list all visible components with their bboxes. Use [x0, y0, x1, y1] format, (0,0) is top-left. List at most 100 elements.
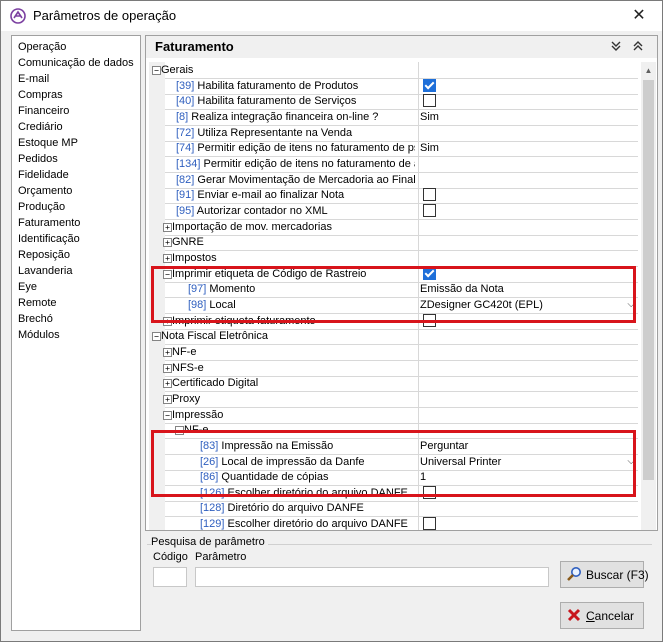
- grid-group-row[interactable]: + NF-e: [149, 343, 638, 361]
- grid-group-row[interactable]: − Impressão: [149, 406, 638, 424]
- expand-icon[interactable]: +: [163, 316, 172, 326]
- parameter-value[interactable]: 1: [418, 469, 638, 486]
- parameter-value[interactable]: [418, 265, 638, 282]
- sidebar-item[interactable]: Brechó: [18, 311, 53, 327]
- grid-group-row[interactable]: + Impostos: [149, 249, 638, 267]
- grid-group-row[interactable]: + NFS-e: [149, 359, 638, 377]
- grid-param-row[interactable]: [98] Local ZDesigner GC420t (EPL) ⌵: [149, 296, 638, 314]
- parameter-value[interactable]: [418, 343, 638, 360]
- grid-param-row[interactable]: [8] Realiza integração financeira on-lin…: [149, 108, 638, 126]
- grid-param-row[interactable]: [86] Quantidade de cópias 1: [149, 469, 638, 487]
- sidebar-item[interactable]: Comunicação de dados: [18, 55, 134, 71]
- cancel-button[interactable]: Cancelar: [560, 602, 644, 629]
- grid-param-row[interactable]: [72] Utiliza Representante na Venda: [149, 124, 638, 142]
- parameter-checkbox[interactable]: [423, 188, 436, 202]
- parameter-value[interactable]: [418, 171, 638, 188]
- category-list[interactable]: Operação Comunicação de dados E-mail Compra…: [11, 35, 141, 631]
- chevron-down-icon[interactable]: ⌵: [627, 454, 635, 470]
- parameter-value[interactable]: [418, 124, 638, 141]
- grid-group-row[interactable]: + Certificado Digital: [149, 375, 638, 393]
- parameter-value[interactable]: [418, 328, 638, 345]
- grid-param-row[interactable]: [91] Enviar e-mail ao finalizar Nota: [149, 187, 638, 205]
- sidebar-item[interactable]: Identificação: [18, 231, 80, 247]
- search-button[interactable]: Buscar (F3): [560, 561, 649, 588]
- sidebar-item[interactable]: Faturamento: [18, 215, 80, 231]
- parameter-value[interactable]: [418, 500, 638, 517]
- grid-param-row[interactable]: [126] Escolher diretório do arquivo DANF…: [149, 484, 638, 502]
- parameter-value[interactable]: [418, 406, 638, 423]
- parameter-value[interactable]: [418, 155, 638, 172]
- sidebar-item[interactable]: Estoque MP: [18, 135, 78, 151]
- sidebar-item[interactable]: Orçamento: [18, 183, 72, 199]
- parameter-value[interactable]: [418, 516, 638, 530]
- grid-param-row[interactable]: [95] Autorizar contador no XML: [149, 202, 638, 220]
- parameter-value[interactable]: [418, 234, 638, 251]
- sidebar-item[interactable]: Eye: [18, 279, 37, 295]
- grid-param-row[interactable]: [82] Gerar Movimentação de Mercadoria ao…: [149, 171, 638, 189]
- collapse-icon[interactable]: −: [163, 269, 172, 279]
- expand-all-icon[interactable]: [630, 38, 646, 54]
- parameter-input[interactable]: [195, 567, 549, 587]
- parameter-value[interactable]: [418, 484, 638, 501]
- grid-param-row[interactable]: [128] Diretório do arquivo DANFE: [149, 500, 638, 518]
- grid-param-row[interactable]: [134] Permitir edição de itens no fatura…: [149, 155, 638, 173]
- grid-group-row[interactable]: + Imprimir etiqueta faturamento: [149, 312, 638, 330]
- sidebar-item[interactable]: Módulos: [18, 327, 60, 343]
- grid-param-row[interactable]: [97] Momento Emissão da Nota: [149, 281, 638, 299]
- grid-param-row[interactable]: [83] Impressão na Emissão Perguntar: [149, 437, 638, 455]
- collapse-icon[interactable]: −: [163, 410, 172, 420]
- parameter-checkbox[interactable]: [423, 203, 436, 217]
- parameter-value[interactable]: Sim: [418, 140, 638, 157]
- scroll-up-icon[interactable]: ▲: [641, 62, 656, 79]
- expand-icon[interactable]: +: [163, 238, 172, 248]
- grid-group-row[interactable]: + Proxy: [149, 390, 638, 408]
- parameter-value[interactable]: Emissão da Nota: [418, 281, 638, 298]
- parameter-value[interactable]: [418, 359, 638, 376]
- expand-icon[interactable]: +: [163, 347, 172, 357]
- collapse-icon[interactable]: −: [152, 332, 161, 342]
- expand-icon[interactable]: +: [163, 222, 172, 232]
- parameter-value[interactable]: [418, 202, 638, 219]
- parameter-value[interactable]: [418, 62, 638, 78]
- expand-icon[interactable]: +: [163, 363, 172, 373]
- sidebar-item[interactable]: Compras: [18, 87, 63, 103]
- parameter-checkbox[interactable]: [423, 517, 436, 530]
- grid-param-row[interactable]: [39] Habilita faturamento de Produtos: [149, 77, 638, 95]
- close-button[interactable]: ✕: [616, 1, 662, 31]
- parameter-value[interactable]: Universal Printer ⌵: [418, 453, 638, 470]
- sidebar-item[interactable]: Pedidos: [18, 151, 58, 167]
- sidebar-item[interactable]: Crediário: [18, 119, 63, 135]
- parameter-checkbox[interactable]: [423, 485, 436, 499]
- parameter-value[interactable]: ZDesigner GC420t (EPL) ⌵: [418, 296, 638, 313]
- code-input[interactable]: [153, 567, 187, 587]
- sidebar-item[interactable]: Lavanderia: [18, 263, 72, 279]
- sidebar-item[interactable]: Remote: [18, 295, 57, 311]
- grid-group-row[interactable]: − NF-e: [149, 422, 638, 440]
- sidebar-item[interactable]: Reposição: [18, 247, 70, 263]
- parameter-value[interactable]: [418, 375, 638, 392]
- sidebar-item[interactable]: E-mail: [18, 71, 49, 87]
- collapse-icon[interactable]: −: [175, 426, 184, 436]
- sidebar-item[interactable]: Produção: [18, 199, 65, 215]
- grid-group-row[interactable]: − Imprimir etiqueta de Código de Rastreio: [149, 265, 638, 283]
- grid-param-row[interactable]: [40] Habilita faturamento de Serviços: [149, 93, 638, 111]
- collapse-all-icon[interactable]: [608, 38, 624, 54]
- grid-group-row[interactable]: − Gerais: [149, 62, 638, 79]
- expand-icon[interactable]: +: [163, 253, 172, 263]
- expand-icon[interactable]: +: [163, 379, 172, 389]
- parameter-value[interactable]: [418, 77, 638, 94]
- grid-param-row[interactable]: [26] Local de impressão da Danfe Universa…: [149, 453, 638, 471]
- parameter-value[interactable]: [418, 249, 638, 266]
- grid-param-row[interactable]: [74] Permitir edição de itens no faturam…: [149, 140, 638, 158]
- grid-scrollbar[interactable]: ▲: [641, 62, 656, 530]
- parameter-value[interactable]: [418, 218, 638, 235]
- parameter-checkbox[interactable]: [423, 94, 436, 108]
- parameter-checkbox[interactable]: [423, 78, 436, 92]
- grid-group-row[interactable]: − Nota Fiscal Eletrônica: [149, 328, 638, 346]
- grid-group-row[interactable]: + GNRE: [149, 234, 638, 252]
- parameter-value[interactable]: [418, 312, 638, 329]
- parameter-value[interactable]: [418, 422, 638, 439]
- sidebar-item[interactable]: Operação: [18, 39, 66, 55]
- grid-param-row[interactable]: [129] Escolher diretório do arquivo DANF…: [149, 516, 638, 530]
- parameter-value[interactable]: [418, 93, 638, 110]
